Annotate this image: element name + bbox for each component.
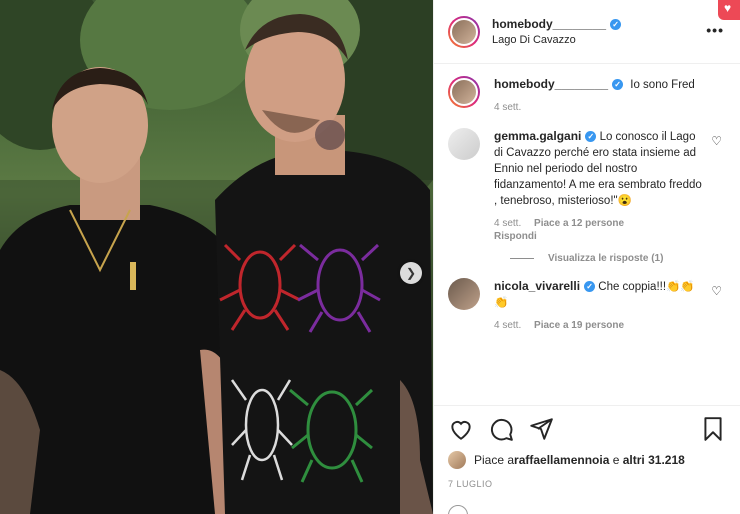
post-date[interactable]: 7 LUGLIO <box>448 479 726 489</box>
avatar[interactable] <box>448 76 480 108</box>
comment-item: gemma.galgani ✓ Lo conosco il Lago di Ca… <box>448 128 726 243</box>
view-replies-label[interactable]: Visualizza le risposte (1) <box>548 253 663 264</box>
comment-likes[interactable]: Piace a 12 persone <box>534 218 624 229</box>
divider <box>510 258 534 259</box>
verified-icon: ✓ <box>584 280 596 292</box>
reply-button[interactable]: Rispondi <box>494 230 704 243</box>
comment-bubble-icon[interactable] <box>488 416 514 442</box>
comment-time[interactable]: 4 sett. <box>494 320 521 331</box>
like-comment-heart-icon[interactable]: ♡ <box>711 134 722 148</box>
post-side-panel: ♥ homebody________ ✓ Lago Di Cavazzo ••• <box>433 0 740 514</box>
likes-prefix: Piace a <box>474 453 515 467</box>
action-bar: Piace a raffaellamennoia e altri 31.218 … <box>434 405 740 489</box>
share-send-icon[interactable] <box>528 416 554 442</box>
post-header: homebody________ ✓ Lago Di Cavazzo ••• <box>434 0 740 64</box>
comments-list: homebody________ ✓ Io sono Fred 4 sett. … <box>434 64 740 332</box>
verified-icon: ✓ <box>610 18 622 30</box>
verified-icon: ✓ <box>612 78 624 90</box>
comment-username-text[interactable]: gemma.galgani <box>494 128 581 144</box>
author-username-text[interactable]: homebody________ <box>492 17 606 31</box>
comment-item: nicola_vivarelli ✓ Che coppia!!!👏👏👏 4 se… <box>448 278 726 332</box>
location-link[interactable]: Lago Di Cavazzo <box>492 34 621 46</box>
likes-summary: Piace a raffaellamennoia e altri 31.218 <box>448 451 726 469</box>
view-replies-button[interactable]: Visualizza le risposte (1) <box>510 253 726 264</box>
more-options-icon[interactable]: ••• <box>706 22 724 38</box>
like-comment-heart-icon[interactable]: ♡ <box>711 284 722 298</box>
comment-username[interactable]: nicola_vivarelli ✓ <box>494 278 596 294</box>
likes-others-link[interactable]: altri 31.218 <box>623 453 685 467</box>
comment-meta: 4 sett. <box>494 101 704 114</box>
likes-middle: e <box>609 453 623 467</box>
comment-username-text[interactable]: homebody________ <box>494 76 608 92</box>
comment-time[interactable]: 4 sett. <box>494 218 521 229</box>
next-photo-button[interactable]: ❯ <box>400 262 422 284</box>
caption: homebody________ ✓ Io sono Fred 4 sett. <box>448 76 726 114</box>
post-photo[interactable]: ❯ <box>0 0 433 514</box>
comment-input-avatar <box>448 505 468 514</box>
comment-meta: 4 sett. Piace a 12 persone Rispondi <box>494 217 704 243</box>
avatar[interactable] <box>448 278 480 310</box>
comment-text: Io sono Fred <box>630 79 695 91</box>
comment-time[interactable]: 4 sett. <box>494 102 521 113</box>
verified-icon: ✓ <box>585 130 597 142</box>
post-image <box>0 0 433 514</box>
chevron-right-icon: ❯ <box>405 266 417 280</box>
like-heart-icon[interactable] <box>448 416 474 442</box>
heart-icon: ♥ <box>724 1 732 15</box>
notification-tab[interactable]: ♥ <box>718 0 740 20</box>
comment-likes[interactable]: Piace a 19 persone <box>534 320 624 331</box>
author-avatar[interactable] <box>448 15 480 48</box>
author-username[interactable]: homebody________ ✓ <box>492 17 622 31</box>
comment-meta: 4 sett. Piace a 19 persone <box>494 319 704 332</box>
bookmark-icon[interactable] <box>700 416 726 442</box>
liker-avatar[interactable] <box>448 451 466 469</box>
comment-username-text[interactable]: nicola_vivarelli <box>494 278 580 294</box>
avatar[interactable] <box>448 128 480 160</box>
liker-username[interactable]: raffaellamennoia <box>514 453 609 467</box>
comment-username[interactable]: gemma.galgani ✓ <box>494 128 597 144</box>
comment-username[interactable]: homebody________ ✓ <box>494 76 624 92</box>
